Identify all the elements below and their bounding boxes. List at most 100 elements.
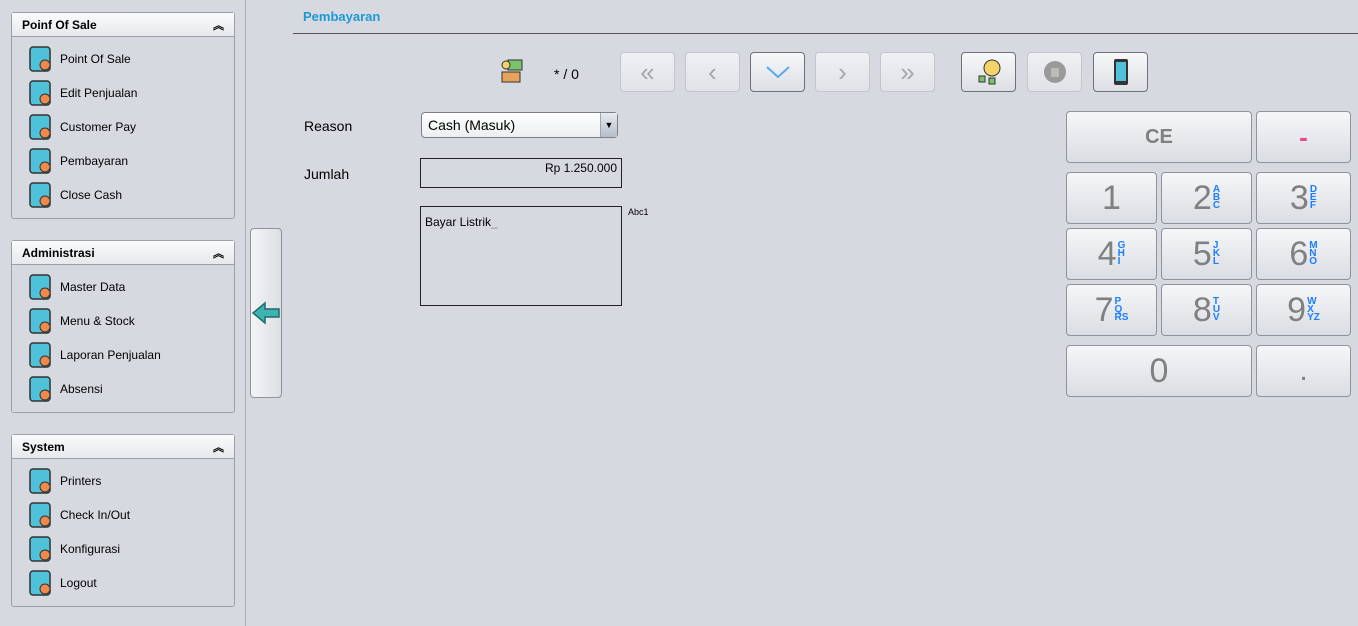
key-letter: YZ xyxy=(1307,312,1320,323)
sidebar-item[interactable]: Absensi xyxy=(12,372,234,406)
next-record-button[interactable]: › xyxy=(815,52,870,92)
chevron-up-icon[interactable]: ︽ xyxy=(213,439,224,455)
down-record-button[interactable] xyxy=(750,52,805,92)
sidebar-item[interactable]: Point Of Sale xyxy=(12,42,234,76)
key-letters: JKL xyxy=(1212,241,1220,267)
key-2[interactable]: 2ABC xyxy=(1161,172,1252,224)
phone-wifi-icon xyxy=(24,466,56,496)
key-5[interactable]: 5JKL xyxy=(1161,228,1252,280)
chevron-up-icon[interactable]: ︽ xyxy=(213,17,224,33)
sidebar-item-label: Absensi xyxy=(60,382,103,396)
input-mode-indicator: Abc1 xyxy=(628,207,649,217)
key-7[interactable]: 7 P Q RS xyxy=(1066,284,1157,336)
workflow-icon xyxy=(978,59,1000,85)
key-digit: 8 xyxy=(1192,290,1212,329)
globe-gear-icon xyxy=(24,534,56,564)
key-digit: 7 xyxy=(1094,290,1114,329)
notes-textarea[interactable]: Bayar Listrik_ xyxy=(420,206,622,306)
sidebar-item-label: Printers xyxy=(60,474,102,488)
key-dot[interactable]: . xyxy=(1256,345,1351,397)
delete-button[interactable] xyxy=(1027,52,1082,92)
sidebar-item-label: Close Cash xyxy=(60,188,123,202)
card-payment-icon xyxy=(24,112,56,142)
key-letters: MNO xyxy=(1309,241,1317,267)
key-letters: P Q RS xyxy=(1114,297,1129,323)
key-letter: V xyxy=(1212,312,1220,323)
key-9[interactable]: 9 W X YZ xyxy=(1256,284,1351,336)
key-letters: W X YZ xyxy=(1307,297,1320,323)
key-letters: GHI xyxy=(1118,241,1126,267)
key-3[interactable]: 3DEF xyxy=(1256,172,1351,224)
meat-icon xyxy=(24,306,56,336)
key-digit: 4 xyxy=(1097,234,1117,273)
rocket-gear-icon xyxy=(24,272,56,302)
alarm-light-icon xyxy=(24,568,56,598)
key-digit: 2 xyxy=(1192,178,1212,217)
key-letter: F xyxy=(1309,200,1316,211)
mobile-button[interactable] xyxy=(1093,52,1148,92)
cash-register-icon xyxy=(24,180,56,210)
payment-package-icon xyxy=(500,58,524,87)
record-counter: * / 0 xyxy=(554,66,579,82)
process-button[interactable] xyxy=(961,52,1016,92)
sidebar-item-label: Customer Pay xyxy=(60,120,137,134)
sidebar-item[interactable]: Edit Penjualan xyxy=(12,76,234,110)
panel-title: Poinf Of Sale xyxy=(22,17,97,32)
key-digit: 6 xyxy=(1289,234,1309,273)
reason-select[interactable]: Cash (Masuk) ▼ xyxy=(421,112,618,138)
sidebar-item[interactable]: Check In/Out xyxy=(12,498,234,532)
key-6[interactable]: 6MNO xyxy=(1256,228,1351,280)
collapse-sidebar-button[interactable] xyxy=(250,228,282,398)
phone-wifi-icon xyxy=(1113,59,1128,85)
sidebar-item[interactable]: Laporan Penjualan xyxy=(12,338,234,372)
key-4[interactable]: 4GHI xyxy=(1066,228,1157,280)
sidebar-item[interactable]: Master Data xyxy=(12,270,234,304)
chevron-up-icon[interactable]: ︽ xyxy=(213,245,224,261)
minus-button[interactable]: - xyxy=(1256,111,1351,163)
arrow-left-icon xyxy=(251,301,280,325)
clear-entry-button[interactable]: CE xyxy=(1066,111,1252,163)
jumlah-input[interactable]: Rp 1.250.000 xyxy=(420,158,622,188)
key-1[interactable]: 1 xyxy=(1066,172,1157,224)
panel-title: Administrasi xyxy=(22,245,95,260)
key-8[interactable]: 8TUV xyxy=(1161,284,1252,336)
key-letters: DEF xyxy=(1309,185,1317,211)
key-letter: L xyxy=(1212,256,1219,267)
key-letters: ABC xyxy=(1213,185,1220,211)
key-digit: 9 xyxy=(1287,290,1307,329)
sidebar-item-label: Point Of Sale xyxy=(60,52,131,66)
last-record-button[interactable]: » xyxy=(880,52,935,92)
panel-header[interactable]: Administrasi ︽ xyxy=(12,241,234,265)
phone-wifi-icon xyxy=(24,500,56,530)
sidebar-item[interactable]: Logout xyxy=(12,566,234,600)
panel-title: System xyxy=(22,439,65,454)
key-digit: 3 xyxy=(1289,178,1309,217)
key-0[interactable]: 0 xyxy=(1066,345,1252,397)
trash-icon xyxy=(1043,61,1066,83)
sidebar-item-label: Pembayaran xyxy=(60,154,129,168)
first-record-button[interactable]: « xyxy=(620,52,675,92)
sidebar-item[interactable]: Close Cash xyxy=(12,178,234,212)
panel-header[interactable]: Poinf Of Sale ︽ xyxy=(12,13,234,37)
key-letters: TUV xyxy=(1212,297,1220,323)
chevron-down-icon xyxy=(765,66,790,79)
sidebar-item-label: Konfigurasi xyxy=(60,542,121,556)
jumlah-value: Rp 1.250.000 xyxy=(544,161,617,175)
chevron-down-icon[interactable]: ▼ xyxy=(600,113,617,137)
sidebar-item[interactable]: Printers xyxy=(12,464,234,498)
sidebar-item-label: Check In/Out xyxy=(60,508,131,522)
payment-board-icon xyxy=(24,146,56,176)
sidebar-item-label: Edit Penjualan xyxy=(60,86,138,100)
key-digit: 5 xyxy=(1192,234,1212,273)
pos-tablet-icon xyxy=(24,44,56,74)
previous-record-button[interactable]: ‹ xyxy=(685,52,740,92)
sidebar-panel: System ︽ Printers Check In/Out Konfigurasi Lo… xyxy=(11,434,235,607)
key-letter: RS xyxy=(1114,312,1129,323)
sidebar-item[interactable]: Pembayaran xyxy=(12,144,234,178)
page-title: Pembayaran xyxy=(303,9,381,24)
sidebar-item[interactable]: Menu & Stock xyxy=(12,304,234,338)
jumlah-label: Jumlah xyxy=(304,166,350,182)
sidebar-item[interactable]: Customer Pay xyxy=(12,110,234,144)
panel-header[interactable]: System ︽ xyxy=(12,435,234,459)
sidebar-item[interactable]: Konfigurasi xyxy=(12,532,234,566)
